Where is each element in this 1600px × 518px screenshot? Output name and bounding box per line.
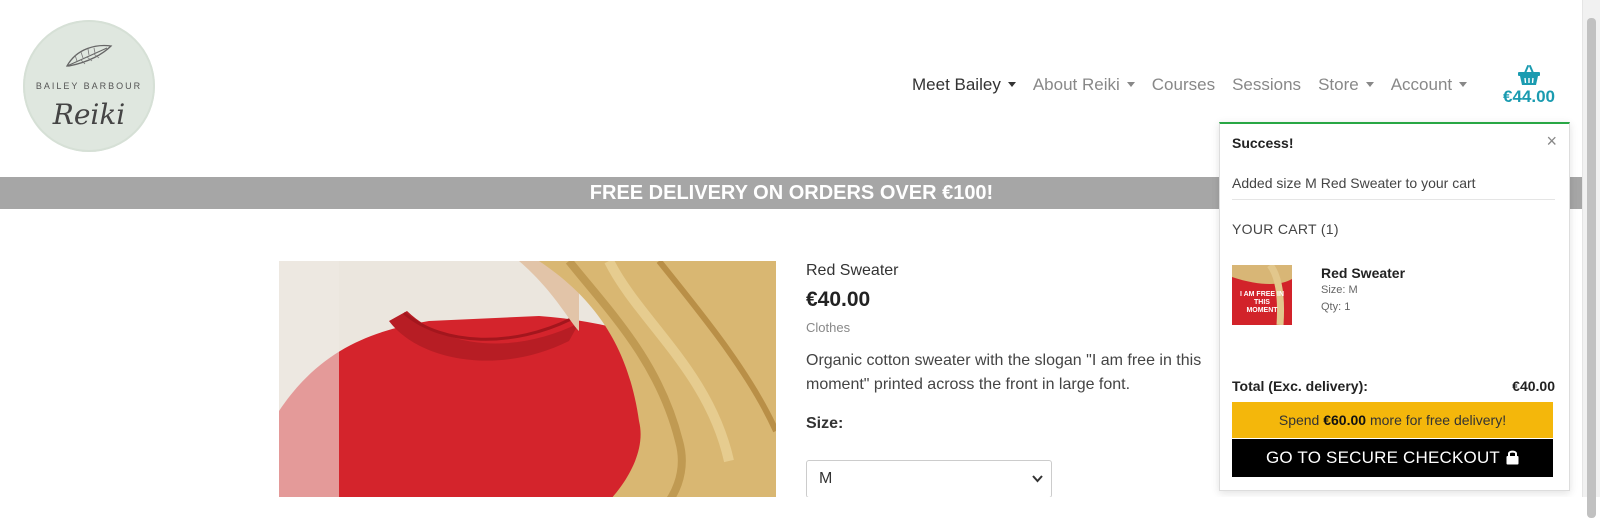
secure-checkout-button[interactable]: GO TO SECURE CHECKOUT <box>1232 439 1553 477</box>
product-name: Red Sweater <box>806 262 899 279</box>
total-label: Total (Exc. delivery): <box>1232 378 1368 394</box>
nav-courses[interactable]: Courses <box>1152 75 1215 95</box>
product-category[interactable]: Clothes <box>806 320 1266 335</box>
nav-label: Account <box>1390 75 1453 94</box>
main-nav: Meet Bailey About Reiki Courses Sessions… <box>912 75 1484 95</box>
divider <box>1232 199 1555 200</box>
page: BAILEY BARBOUR Reiki Meet Bailey About R… <box>0 0 1583 497</box>
nav-account[interactable]: Account <box>1390 75 1468 95</box>
product-image <box>279 261 776 497</box>
feather-icon <box>65 44 113 67</box>
product-photo <box>279 261 776 497</box>
caret-down-icon <box>1365 82 1374 87</box>
caret-down-icon <box>1007 82 1016 87</box>
toast-cart-heading: YOUR CART (1) <box>1232 221 1339 237</box>
close-icon[interactable]: × <box>1546 131 1557 152</box>
brand-name: BAILEY BARBOUR <box>35 81 143 91</box>
lock-icon <box>1506 450 1519 465</box>
cart-toast: Success! × Added size M Red Sweater to y… <box>1219 122 1570 491</box>
spend-post: more for free delivery! <box>1366 412 1507 428</box>
spend-pre: Spend <box>1278 412 1324 428</box>
cart-item-thumbnail: I AM FREE IN THIS MOMENT <box>1232 265 1292 325</box>
size-select[interactable]: M <box>806 460 1052 497</box>
nav-about-reiki[interactable]: About Reiki <box>1033 75 1135 95</box>
caret-down-icon <box>1126 82 1135 87</box>
brand-script: Reiki <box>52 98 126 131</box>
nav-meet-bailey[interactable]: Meet Bailey <box>912 75 1016 95</box>
cart-link[interactable]: €44.00 <box>1498 64 1560 107</box>
checkout-label: GO TO SECURE CHECKOUT <box>1265 448 1501 467</box>
chevron-down-icon <box>1032 475 1043 483</box>
nav-store[interactable]: Store <box>1318 75 1374 95</box>
thumbnail-slogan: I AM FREE IN THIS MOMENT <box>1239 291 1285 314</box>
cart-total: €44.00 <box>1503 87 1555 106</box>
nav-label: Store <box>1318 75 1359 94</box>
caret-down-icon <box>1459 82 1468 87</box>
product-description: Organic cotton sweater with the slogan "… <box>806 352 1202 393</box>
scrollbar-thumb[interactable] <box>1587 18 1596 518</box>
free-delivery-progress: Spend €60.00 more for free delivery! <box>1232 402 1553 438</box>
nav-label: Courses <box>1151 75 1216 94</box>
nav-label: About Reiki <box>1032 75 1120 94</box>
nav-label: Meet Bailey <box>912 75 1001 94</box>
cart-item-size: Size: M <box>1321 284 1358 296</box>
spend-amount: €60.00 <box>1323 412 1367 428</box>
nav-label: Sessions <box>1232 75 1302 94</box>
brand-logo[interactable]: BAILEY BARBOUR Reiki <box>23 20 155 152</box>
nav-sessions[interactable]: Sessions <box>1232 75 1301 95</box>
toast-title: Success! <box>1232 135 1294 151</box>
total-value: €40.00 <box>1512 378 1555 394</box>
cart-item-name: Red Sweater <box>1321 265 1406 281</box>
toast-message: Added size M Red Sweater to your cart <box>1232 175 1476 191</box>
size-select-value: M <box>819 470 833 487</box>
product-price: €40.00 <box>806 288 871 311</box>
product-details: Red Sweater €40.00 Clothes Organic cotto… <box>806 262 1266 497</box>
vertical-scrollbar[interactable] <box>1582 0 1600 518</box>
size-label: Size: <box>806 415 844 432</box>
cart-item-qty: Qty: 1 <box>1321 301 1351 313</box>
basket-icon <box>1518 65 1540 85</box>
